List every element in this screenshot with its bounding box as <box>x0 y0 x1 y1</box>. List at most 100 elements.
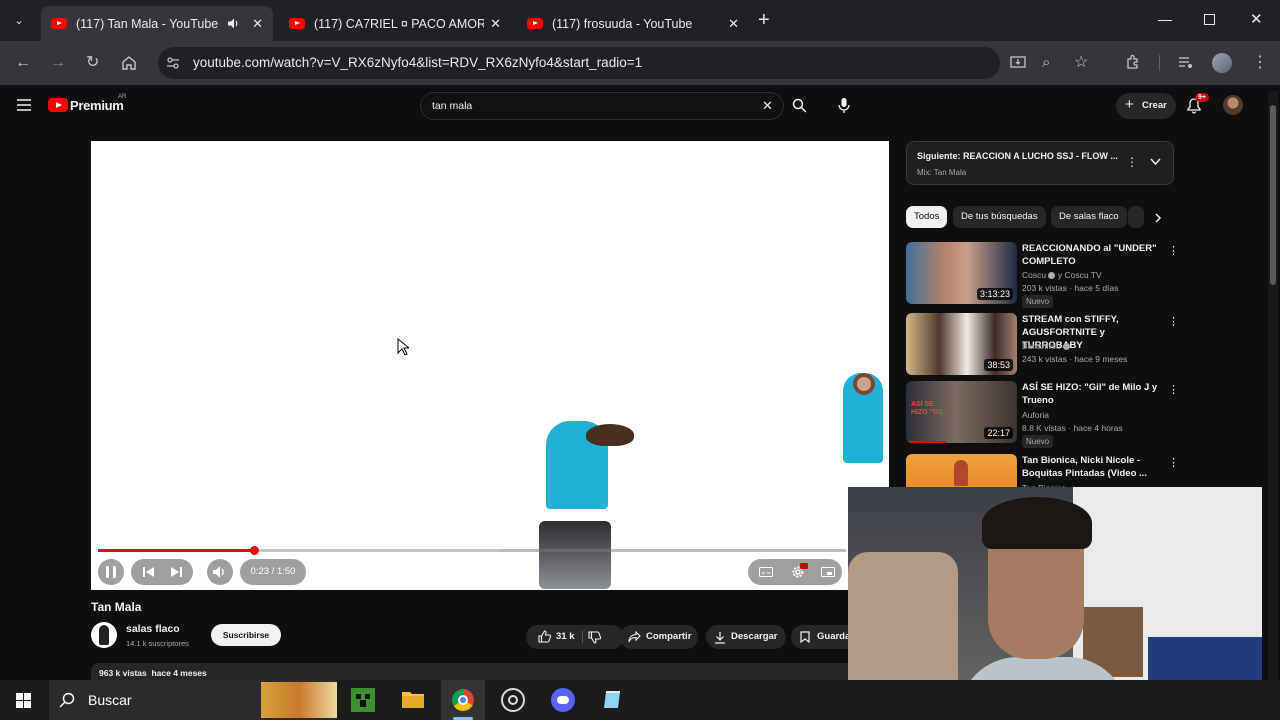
new-tab-button[interactable]: + <box>758 10 770 30</box>
recommendation-title[interactable]: Tan Bionica, Nicki Nicole - Boquitas Pin… <box>1022 454 1158 480</box>
chevron-down-icon[interactable] <box>1150 158 1161 166</box>
window-close-button[interactable]: ✕ <box>1250 10 1263 28</box>
app-icon[interactable] <box>602 689 624 711</box>
subtitles-icon[interactable] <box>759 567 773 577</box>
tab-close-icon[interactable]: ✕ <box>728 16 739 32</box>
media-controls-icon[interactable] <box>1178 56 1194 70</box>
chip-todos[interactable]: Todos <box>906 206 948 228</box>
search-input[interactable]: tan mala <box>432 100 472 112</box>
verified-icon <box>1063 343 1071 351</box>
address-bar[interactable]: youtube.com/watch?v=V_RX6zNyfo4&list=RDV… <box>158 47 1000 79</box>
thumbnail-figure <box>954 460 968 486</box>
channel-avatar[interactable] <box>91 622 117 648</box>
mix-label: Mix: Tan Mala <box>917 168 967 177</box>
description-box[interactable]: 963 k vistas hace 4 meses <box>91 663 861 680</box>
minimize-button[interactable] <box>1158 10 1172 30</box>
duration-badge: 3:13:23 <box>976 288 1013 300</box>
chip-next-arrow-icon[interactable] <box>1154 213 1162 223</box>
pause-button[interactable] <box>98 559 124 585</box>
playlist-queue-header[interactable]: Siguiente: REACCION A LUCHO SSJ - FLOW .… <box>906 141 1174 185</box>
toolbar-divider <box>1159 55 1160 71</box>
install-app-icon[interactable] <box>1010 56 1026 70</box>
item-more-icon[interactable]: ⋮ <box>1168 315 1179 328</box>
clear-search-icon[interactable]: ✕ <box>762 98 773 114</box>
profile-avatar[interactable] <box>1212 53 1232 73</box>
tab-ca7riel[interactable]: (117) CA7RIEL ¤ PACO AMOROSO ✕ <box>279 6 511 41</box>
tab-close-icon[interactable]: ✕ <box>252 16 263 32</box>
scrollbar-thumb[interactable] <box>1270 105 1276 285</box>
like-button[interactable]: 31 k <box>532 625 576 649</box>
item-more-icon[interactable]: ⋮ <box>1168 244 1179 257</box>
recommendation-channel[interactable]: Auforia <box>1022 410 1049 420</box>
previous-icon[interactable] <box>143 567 154 577</box>
restore-button[interactable] <box>1204 14 1215 25</box>
home-icon[interactable] <box>121 55 137 70</box>
share-arrow-icon <box>628 631 641 643</box>
video-player[interactable]: 0:23 / 1:50 <box>91 141 889 590</box>
tab-frosuuda[interactable]: (117) frosuuda - YouTube ✕ <box>517 6 749 41</box>
forward-arrow-icon[interactable]: → <box>50 53 66 73</box>
new-badge: Nuevo <box>1022 435 1054 448</box>
video-figure-right-head <box>853 373 875 395</box>
recommendation-channel: Bananirou <box>1022 341 1071 351</box>
progress-track[interactable] <box>98 546 846 555</box>
file-explorer-icon[interactable] <box>401 689 425 709</box>
tab-tan-mala[interactable]: (117) Tan Mala - YouTube ✕ <box>41 6 273 41</box>
premium-logo-text[interactable]: Premium <box>70 98 124 113</box>
obs-icon[interactable] <box>501 688 525 712</box>
extensions-icon[interactable] <box>1125 54 1141 70</box>
chrome-menu-icon[interactable]: ⋮ <box>1252 53 1268 73</box>
thumbs-down-icon[interactable] <box>588 631 601 644</box>
queue-more-icon[interactable]: ⋮ <box>1126 155 1138 169</box>
speaker-icon[interactable] <box>227 17 240 30</box>
recommendation-item[interactable]: ASÍ SE HIZO "GIL" 22:17 ASÍ SE HIZO: "Gi… <box>906 381 1179 448</box>
recommendation-item[interactable]: 38:53 STREAM con STIFFY, AGUSFORTNITE y … <box>906 313 1179 379</box>
subscribe-button[interactable]: Suscribirse <box>211 624 281 646</box>
hamburger-menu-icon[interactable] <box>17 99 31 111</box>
taskbar-search-box[interactable]: Buscar <box>49 680 337 720</box>
video-thumbnail[interactable]: 38:53 <box>906 313 1017 375</box>
tab-search-icon[interactable]: ⌄ <box>10 12 28 30</box>
recommendation-item[interactable]: 3:13:23 REACCIONANDO al "UNDER" COMPLETO… <box>906 242 1179 308</box>
bookmark-star-icon[interactable]: ☆ <box>1074 53 1088 73</box>
item-more-icon[interactable]: ⋮ <box>1168 383 1179 396</box>
youtube-logo-icon[interactable] <box>48 98 68 112</box>
site-settings-icon[interactable] <box>166 56 180 70</box>
minecraft-icon[interactable] <box>351 688 375 712</box>
video-thumbnail[interactable]: 3:13:23 <box>906 242 1017 304</box>
back-arrow-icon[interactable]: ← <box>15 53 31 73</box>
channel-name[interactable]: salas flaco <box>126 623 180 635</box>
microphone-icon[interactable] <box>838 97 850 114</box>
item-more-icon[interactable]: ⋮ <box>1168 456 1179 469</box>
chrome-taskbar-button[interactable] <box>441 680 485 720</box>
discord-icon[interactable] <box>551 688 575 712</box>
chip-overflow[interactable] <box>1128 206 1144 228</box>
video-thumbnail[interactable]: ASÍ SE HIZO "GIL" 22:17 <box>906 381 1017 443</box>
next-icon[interactable] <box>171 567 182 577</box>
reload-icon[interactable]: ↻ <box>86 53 99 73</box>
chip-de-tus-busquedas[interactable]: De tus búsquedas <box>953 206 1046 228</box>
youtube-favicon-icon <box>289 18 305 29</box>
search-icon[interactable] <box>792 98 807 113</box>
user-avatar[interactable] <box>1223 95 1243 115</box>
recommendation-meta: 243 k vistas · hace 9 meses <box>1022 354 1128 364</box>
chip-de-salas-flaco[interactable]: De salas flaco <box>1051 206 1127 228</box>
page-scrollbar[interactable] <box>1268 91 1278 680</box>
miniplayer-icon[interactable] <box>821 567 835 577</box>
share-button[interactable]: Compartir <box>620 625 698 649</box>
search-box[interactable]: tan mala ✕ <box>420 92 784 120</box>
volume-button[interactable] <box>207 559 233 585</box>
windows-start-icon[interactable] <box>16 693 31 708</box>
browser-toolbar: ← → ↻ youtube.com/watch?v=V_RX6zNyfo4&li… <box>0 41 1280 85</box>
create-label: Crear <box>1142 100 1167 111</box>
zoom-icon[interactable]: ⌕ <box>1042 53 1050 73</box>
channel-name[interactable]: Coscu <box>1022 270 1046 280</box>
recommendation-title[interactable]: REACCIONANDO al "UNDER" COMPLETO <box>1022 242 1158 268</box>
download-button[interactable]: Descargar <box>706 625 786 649</box>
recommendation-meta: 8.8 K vistas · hace 4 horas <box>1022 423 1123 433</box>
create-button[interactable]: + Crear <box>1116 93 1176 119</box>
recommendation-title[interactable]: ASÍ SE HIZO: "Gil" de Milo J y Trueno <box>1022 381 1158 407</box>
channel-name[interactable]: Bananirou <box>1022 341 1061 351</box>
tab-close-icon[interactable]: ✕ <box>490 16 501 32</box>
progress-scrubber[interactable] <box>250 546 260 555</box>
